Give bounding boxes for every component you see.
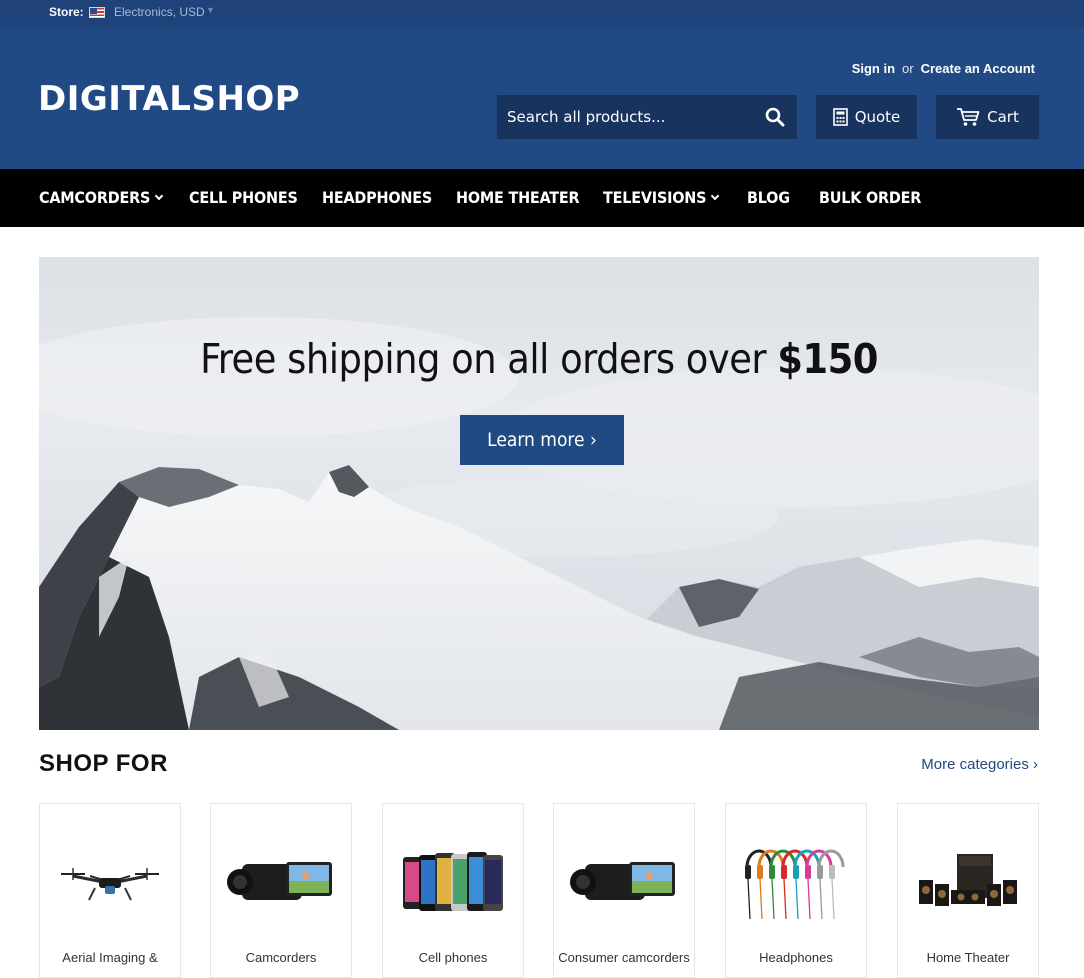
hero-banner: Free shipping on all orders over $150 Le… xyxy=(39,257,1039,730)
cart-label: Cart xyxy=(987,108,1019,126)
shop-for-heading: SHOP FOR xyxy=(39,750,168,777)
main-navigation: CAMCORDERS CELL PHONES HEADPHONES HOME T… xyxy=(0,169,1084,227)
home-theater-icon xyxy=(919,854,1017,906)
nav-item-bulk-order[interactable]: BULK ORDER xyxy=(819,169,921,227)
chevron-down-icon xyxy=(154,191,164,201)
category-label: Home Theater xyxy=(926,950,1010,965)
cell-phones-icon xyxy=(403,852,503,911)
cart-icon xyxy=(957,108,980,126)
nav-item-camcorders[interactable]: CAMCORDERS xyxy=(39,169,164,227)
chevron-down-icon[interactable]: ▼ xyxy=(206,5,215,15)
quote-label: Quote xyxy=(854,108,901,126)
category-card-camcorders[interactable]: Camcorders xyxy=(210,803,352,978)
category-card-aerial-imaging[interactable]: Aerial Imaging & xyxy=(39,803,181,978)
more-categories-link[interactable]: More categories › xyxy=(921,756,1038,773)
site-header: DIGITALSHOP Sign in or Create an Account Q… xyxy=(0,27,1084,169)
us-flag-icon xyxy=(89,7,105,18)
nav-item-cell-phones[interactable]: CELL PHONES xyxy=(189,169,298,227)
quote-button[interactable]: Quote xyxy=(816,95,917,139)
search-box xyxy=(497,95,797,139)
learn-more-button[interactable]: Learn more › xyxy=(460,415,624,465)
category-label: Cell phones xyxy=(418,950,488,965)
nav-item-blog[interactable]: BLOG xyxy=(747,169,790,227)
calculator-icon xyxy=(832,108,848,126)
sign-in-link[interactable]: Sign in xyxy=(852,61,895,76)
category-card-consumer-camcorders[interactable]: Consumer camcorders xyxy=(553,803,695,978)
category-label: Consumer camcorders xyxy=(558,950,690,965)
camcorder-icon xyxy=(570,862,675,900)
cart-button[interactable]: Cart xyxy=(936,95,1039,139)
site-logo[interactable]: DIGITALSHOP xyxy=(38,79,300,119)
nav-item-home-theater[interactable]: HOME THEATER xyxy=(456,169,580,227)
account-links: Sign in or Create an Account xyxy=(852,61,1035,76)
nav-item-televisions[interactable]: TELEVISIONS xyxy=(603,169,720,227)
hero-price: $150 xyxy=(777,335,878,383)
drone-icon xyxy=(61,868,159,901)
headphones-icon xyxy=(745,849,845,920)
search-input[interactable] xyxy=(497,95,752,139)
mountain-image xyxy=(39,317,1039,730)
hero-title: Free shipping on all orders over $150 xyxy=(200,335,878,383)
create-account-link[interactable]: Create an Account xyxy=(921,61,1035,76)
store-bar: Store: Electronics, USD ▼ xyxy=(0,0,1084,27)
store-selector[interactable]: Electronics, USD xyxy=(114,5,205,19)
or-text: or xyxy=(902,61,914,76)
camcorder-icon xyxy=(227,862,332,900)
chevron-down-icon xyxy=(711,191,720,201)
category-label: Aerial Imaging & xyxy=(62,950,158,965)
search-icon xyxy=(765,107,785,127)
category-label: Camcorders xyxy=(245,950,317,965)
category-card-cell-phones[interactable]: Cell phones xyxy=(382,803,524,978)
search-button[interactable] xyxy=(753,95,797,139)
store-label: Store: xyxy=(49,5,84,19)
category-card-home-theater[interactable]: Home Theater xyxy=(897,803,1039,978)
category-label: Headphones xyxy=(759,950,833,965)
nav-item-headphones[interactable]: HEADPHONES xyxy=(322,169,432,227)
category-card-headphones[interactable]: Headphones xyxy=(725,803,867,978)
